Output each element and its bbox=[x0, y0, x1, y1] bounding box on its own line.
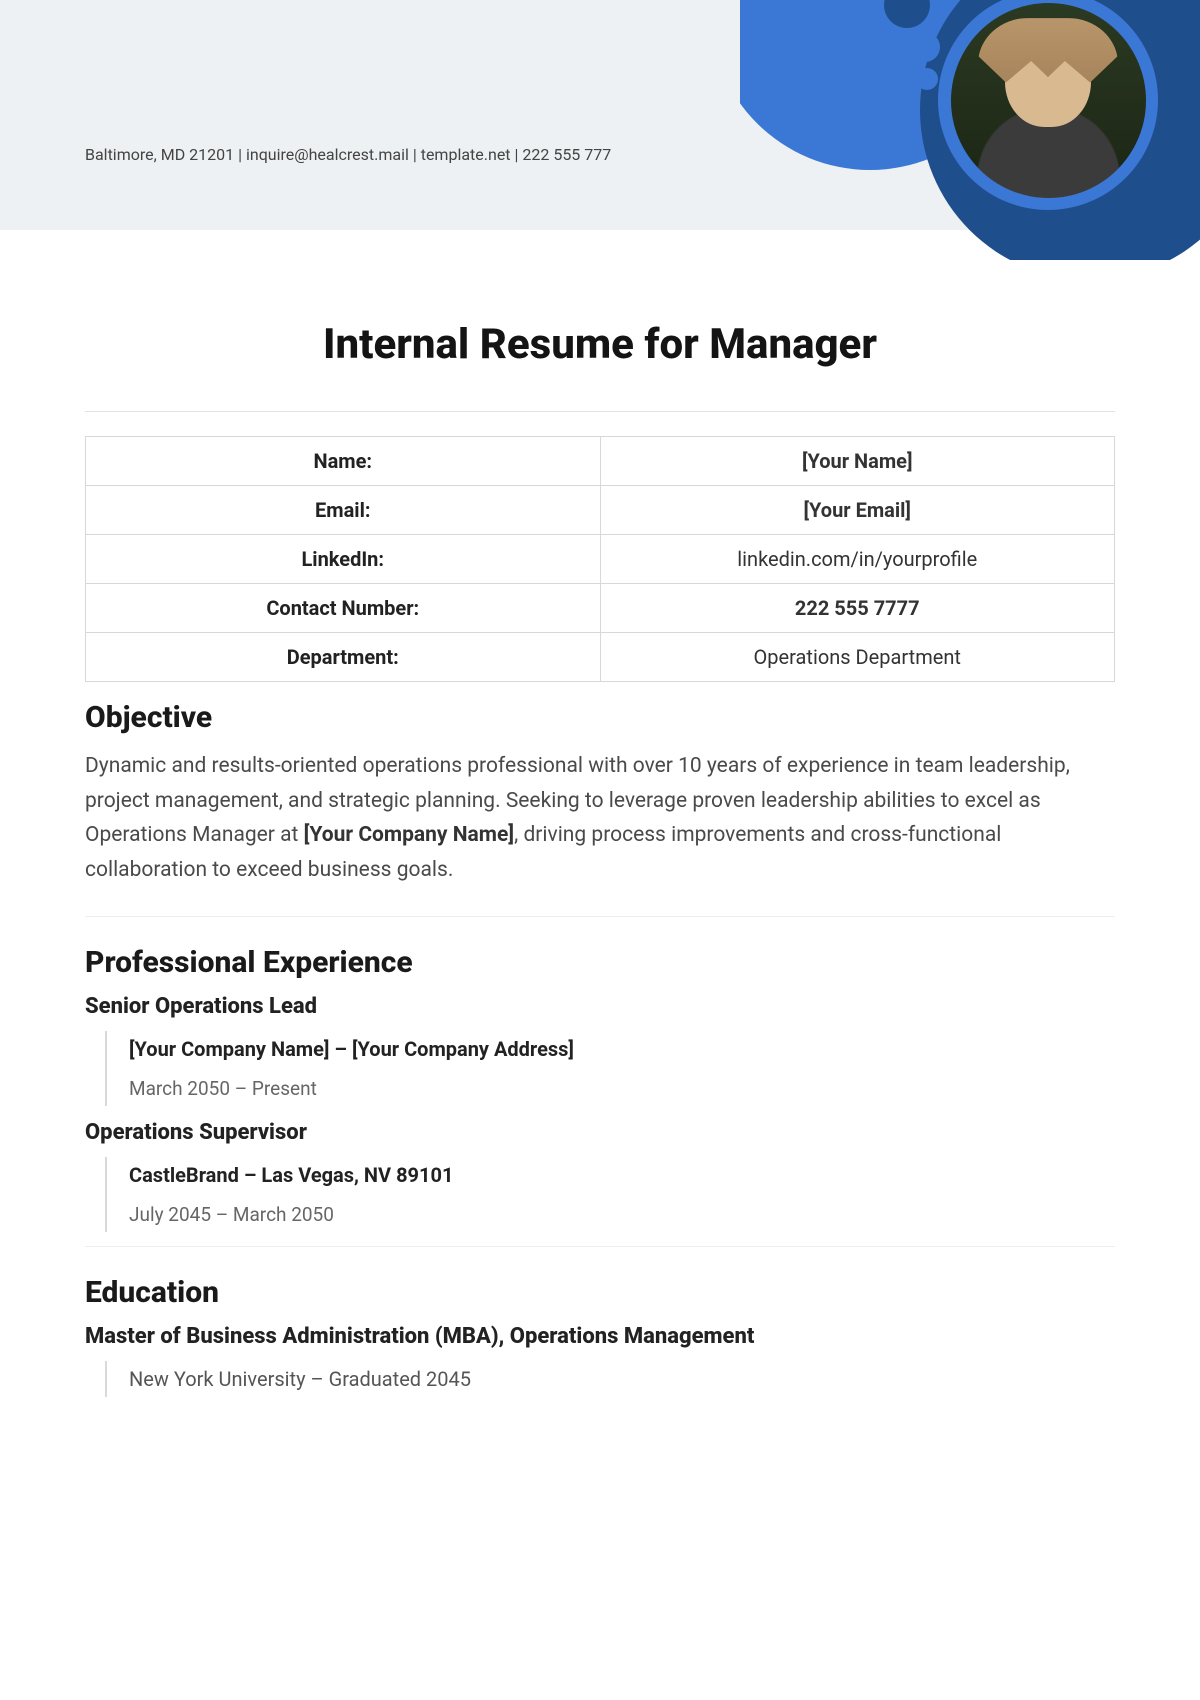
info-table: Name:[Your Name]Email:[Your Email]Linked… bbox=[85, 436, 1115, 682]
job-block: CastleBrand – Las Vegas, NV 89101 July 20… bbox=[105, 1157, 1115, 1232]
header-graphic bbox=[740, 0, 1200, 260]
avatar bbox=[951, 3, 1146, 198]
job-block: [Your Company Name] – [Your Company Addr… bbox=[105, 1031, 1115, 1106]
objective-heading: Objective bbox=[85, 700, 1115, 735]
info-value: [Your Name] bbox=[600, 437, 1115, 486]
avatar-ring bbox=[938, 0, 1158, 210]
job-dates: July 2045 – March 2050 bbox=[129, 1203, 1115, 1226]
info-row: Name:[Your Name] bbox=[86, 437, 1115, 486]
job-dates: March 2050 – Present bbox=[129, 1077, 1115, 1100]
info-label: Contact Number: bbox=[86, 584, 601, 633]
decor-dot-small bbox=[916, 68, 938, 90]
info-row: Email:[Your Email] bbox=[86, 486, 1115, 535]
info-label: Name: bbox=[86, 437, 601, 486]
header-band: Baltimore, MD 21201 | inquire@healcrest.… bbox=[0, 0, 1200, 230]
info-label: Email: bbox=[86, 486, 601, 535]
info-value: [Your Email] bbox=[600, 486, 1115, 535]
job-company: CastleBrand – Las Vegas, NV 89101 bbox=[129, 1163, 1115, 1187]
divider bbox=[85, 916, 1115, 917]
contact-line: Baltimore, MD 21201 | inquire@healcrest.… bbox=[85, 145, 611, 164]
divider bbox=[85, 411, 1115, 412]
education-heading: Education bbox=[85, 1275, 1115, 1310]
divider bbox=[85, 1246, 1115, 1247]
page-title: Internal Resume for Manager bbox=[85, 320, 1115, 369]
education-school: New York University – Graduated 2045 bbox=[129, 1367, 1115, 1391]
info-row: Contact Number:222 555 7777 bbox=[86, 584, 1115, 633]
info-label: Department: bbox=[86, 633, 601, 682]
education-degree: Master of Business Administration (MBA),… bbox=[85, 1324, 1115, 1349]
education-block: New York University – Graduated 2045 bbox=[105, 1361, 1115, 1397]
job-company: [Your Company Name] – [Your Company Addr… bbox=[129, 1037, 1115, 1061]
objective-bold: [Your Company Name] bbox=[304, 823, 514, 847]
info-row: LinkedIn:linkedin.com/in/yourprofile bbox=[86, 535, 1115, 584]
experience-heading: Professional Experience bbox=[85, 945, 1115, 980]
job-title: Operations Supervisor bbox=[85, 1120, 1115, 1145]
info-row: Department:Operations Department bbox=[86, 633, 1115, 682]
decor-dot-medium bbox=[910, 32, 940, 62]
info-value: 222 555 7777 bbox=[600, 584, 1115, 633]
info-label: LinkedIn: bbox=[86, 535, 601, 584]
job-title: Senior Operations Lead bbox=[85, 994, 1115, 1019]
page-body: Internal Resume for Manager Name:[Your N… bbox=[0, 230, 1200, 1451]
info-value: Operations Department bbox=[600, 633, 1115, 682]
objective-text: Dynamic and results-oriented operations … bbox=[85, 749, 1115, 888]
info-value: linkedin.com/in/yourprofile bbox=[600, 535, 1115, 584]
